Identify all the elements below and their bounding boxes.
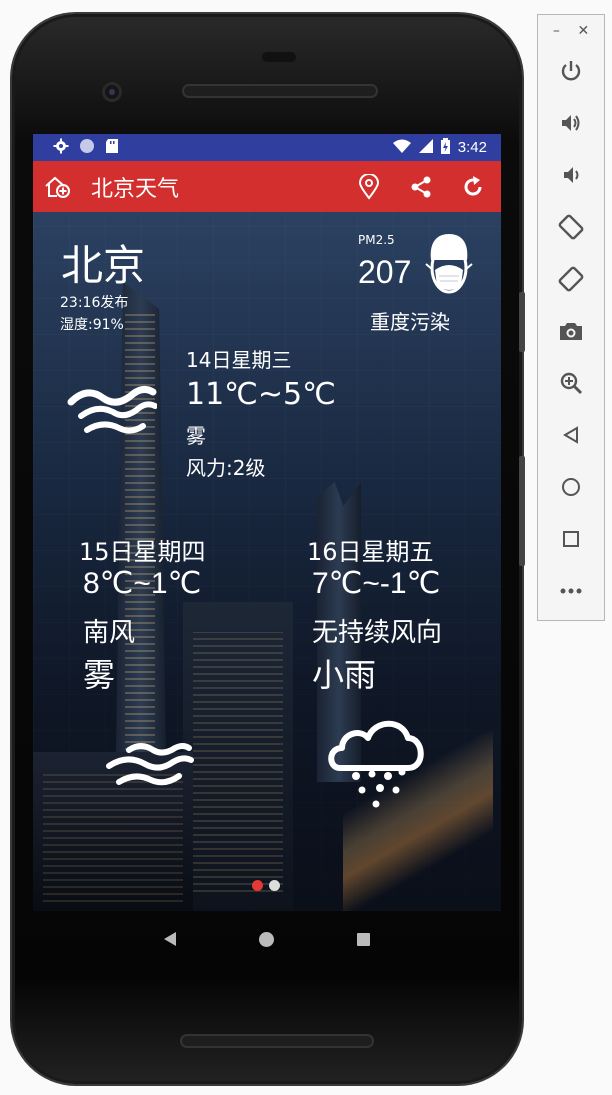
forecast-condition: 雾	[83, 656, 116, 694]
status-time: 3:42	[457, 139, 487, 156]
building-lights	[193, 632, 283, 892]
zoom-icon[interactable]	[538, 357, 604, 409]
emulator-toolbar: – ✕	[537, 14, 605, 621]
today-wind: 风力:2级	[186, 456, 266, 480]
bottom-speaker	[180, 1034, 374, 1048]
minimize-icon[interactable]: –	[553, 23, 560, 45]
share-icon[interactable]	[407, 173, 435, 201]
volume-up-icon[interactable]	[538, 97, 604, 149]
page-dot[interactable]	[269, 880, 280, 891]
home-icon[interactable]	[538, 461, 604, 513]
forecast-date: 15日星期四	[79, 538, 206, 566]
publish-time: 23:16发布	[60, 295, 129, 311]
front-camera	[102, 82, 122, 102]
location-pin-icon[interactable]	[355, 173, 383, 201]
app-bar: 北京天气	[33, 161, 501, 212]
volume-down-icon[interactable]	[538, 149, 604, 201]
power-icon[interactable]	[538, 45, 604, 97]
emulator-stage: 3:42 北京天气 北京 23:16发布 湿度:91% PM2.5 207 重度…	[0, 0, 612, 1095]
settings-gear-icon	[53, 138, 69, 158]
top-speaker	[182, 84, 378, 98]
sd-card-icon	[105, 138, 119, 158]
forecast-temperature: 8℃~1℃	[83, 567, 202, 600]
pm25-label: PM2.5	[358, 233, 395, 247]
face-mask-icon	[423, 230, 475, 300]
earpiece	[262, 52, 296, 62]
rotate-left-icon[interactable]	[538, 201, 604, 253]
status-bar: 3:42	[33, 134, 501, 161]
circle-status-icon	[79, 138, 95, 158]
wifi-icon	[392, 139, 411, 157]
more-icon[interactable]	[538, 565, 604, 617]
phone-screen: 3:42 北京天气 北京 23:16发布 湿度:91% PM2.5 207 重度…	[33, 134, 501, 911]
forecast-date: 16日星期五	[307, 538, 434, 566]
overview-icon[interactable]	[538, 513, 604, 565]
refresh-icon[interactable]	[459, 173, 487, 201]
today-temperature: 11℃~5℃	[186, 377, 336, 412]
weather-content[interactable]: 北京 23:16发布 湿度:91% PM2.5 207 重度污染 14日星期三 …	[33, 212, 501, 911]
back-icon[interactable]	[538, 409, 604, 461]
fog-icon	[67, 382, 158, 442]
fog-icon	[105, 736, 195, 796]
page-indicator[interactable]	[252, 880, 280, 891]
power-side-button	[519, 292, 525, 352]
forecast-temperature: 7℃~-1℃	[312, 567, 441, 600]
light-rain-icon	[326, 712, 426, 812]
rotate-right-icon[interactable]	[538, 253, 604, 305]
nav-home-icon[interactable]	[258, 931, 274, 947]
city-name: 北京	[61, 241, 146, 290]
battery-icon	[440, 137, 450, 158]
volume-side-button	[519, 456, 525, 566]
add-city-home-icon[interactable]	[33, 161, 83, 212]
nav-back-icon[interactable]	[164, 932, 177, 946]
signal-icon	[418, 138, 433, 157]
forecast-wind: 南风	[83, 618, 136, 648]
forecast-wind: 无持续风向	[312, 618, 443, 648]
page-dot-active[interactable]	[252, 880, 263, 891]
humidity: 湿度:91%	[60, 317, 124, 333]
today-date: 14日星期三	[186, 348, 292, 372]
nav-recents-icon[interactable]	[356, 932, 370, 946]
app-title: 北京天气	[91, 176, 180, 202]
android-nav-bar	[33, 911, 501, 967]
camera-icon[interactable]	[538, 305, 604, 357]
pm25-value: 207	[358, 254, 412, 290]
close-icon[interactable]: ✕	[577, 23, 589, 45]
air-quality-level: 重度污染	[370, 310, 450, 334]
forecast-condition: 小雨	[312, 656, 377, 694]
today-condition: 雾	[186, 424, 206, 448]
